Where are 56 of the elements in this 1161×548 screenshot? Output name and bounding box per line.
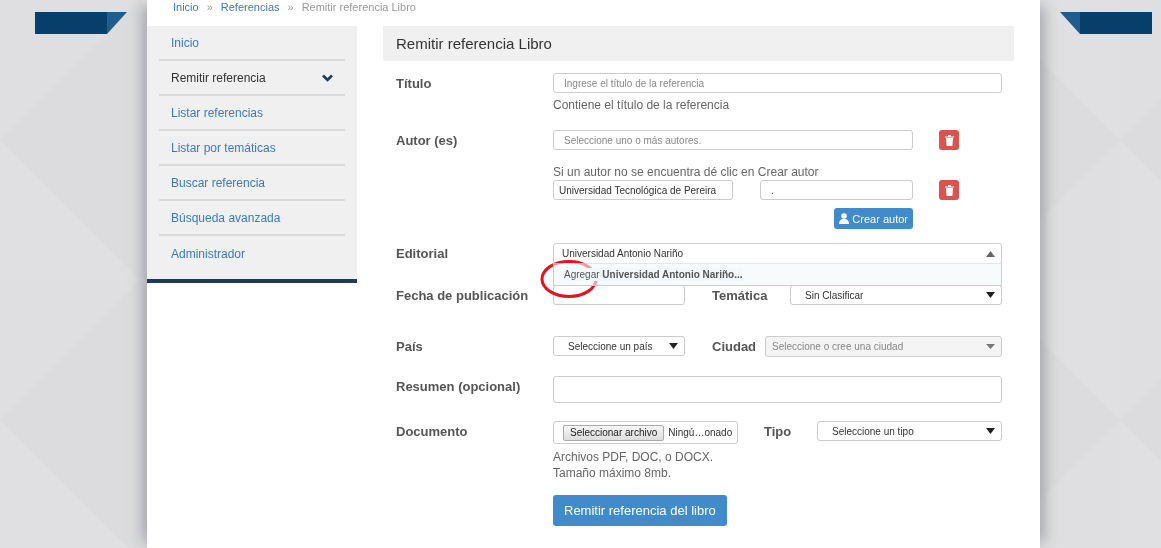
breadcrumb-separator: »: [206, 2, 213, 15]
field-label: Ciudad: [712, 338, 758, 354]
author-input[interactable]: .: [760, 180, 913, 200]
help-text: Si un autor no se encuentra dé clic en Crear autor: [553, 165, 820, 180]
caret-icon: [986, 428, 995, 434]
country-select[interactable]: Seleccione un país: [553, 336, 685, 356]
breadcrumb-link[interactable]: Inicio: [173, 2, 199, 16]
caret-icon: [986, 292, 995, 298]
help-text: Tamaño máximo 8mb.: [553, 466, 673, 481]
publisher-select[interactable]: Universidad Antonio Nariño: [553, 243, 1002, 264]
summary-input[interactable]: [553, 376, 1002, 403]
user-icon: [839, 213, 850, 224]
field-label: Tipo: [764, 423, 793, 439]
sidebar-item[interactable]: Inicio: [159, 26, 345, 61]
author-name-input[interactable]: Universidad Tecnológica de Pereira: [553, 180, 733, 200]
trash-icon: [944, 134, 954, 146]
sidebar-item[interactable]: Buscar referencia: [159, 166, 345, 201]
type-select[interactable]: Seleccione un tipo: [817, 421, 1002, 441]
field-label: Autor (es): [396, 132, 459, 150]
sidebar-item[interactable]: Búsqueda avanzada: [159, 201, 345, 236]
help-text: Archivos PDF, DOC, o DOCX.: [553, 450, 715, 465]
file-input[interactable]: Seleccionar archivo Ningú…onado: [553, 421, 738, 444]
highlight-ellipse: [540, 259, 598, 299]
sidebar-item[interactable]: Administrador: [159, 236, 345, 271]
field-label: Resumen (opcional): [396, 378, 522, 396]
submit-button[interactable]: Remitir referencia del libro: [553, 495, 727, 526]
title-input[interactable]: Ingrese el título de la referencia: [553, 73, 1002, 93]
sidebar-item[interactable]: Listar por temáticas: [159, 131, 345, 166]
create-author-button[interactable]: Crear autor: [834, 208, 913, 229]
field-label: Título: [396, 75, 433, 93]
delete-button[interactable]: [939, 180, 959, 200]
field-label: Temática: [712, 287, 769, 303]
field-label: Editorial: [396, 245, 449, 263]
date-input[interactable]: [553, 285, 685, 305]
file-name: Ningú…onado: [668, 427, 733, 438]
caret-icon: [986, 250, 995, 257]
caret-icon: [986, 344, 995, 349]
topic-select[interactable]: Sin Clasificar: [790, 285, 1002, 305]
field-label: Fecha de publicación: [396, 287, 530, 305]
breadcrumb-link[interactable]: Referencias: [220, 2, 280, 16]
sidebar-item[interactable]: Listar referencias: [159, 96, 345, 131]
chevron-down-icon: [322, 73, 333, 82]
caret-icon: [669, 343, 678, 349]
sidebar-item[interactable]: Remitir referencia: [159, 61, 345, 96]
trash-icon: [944, 184, 954, 196]
choose-file-button[interactable]: Seleccionar archivo: [563, 424, 665, 441]
form-header: Remitir referencia Libro: [383, 26, 1014, 61]
delete-button[interactable]: [939, 130, 959, 150]
field-label: Documento: [396, 423, 469, 441]
city-select[interactable]: Seleccione o cree una ciudad: [765, 336, 1002, 357]
author-input[interactable]: Seleccione uno o más autores.: [553, 130, 913, 150]
help-text: Contiene el título de la referencia: [553, 98, 731, 113]
dropdown-option[interactable]: Agregar Universidad Antonio Nariño...: [553, 263, 1002, 286]
field-label: País: [396, 338, 424, 356]
breadcrumb-separator: »: [287, 2, 294, 15]
breadcrumb-link[interactable]: Remitir referencia Libro: [301, 2, 416, 16]
